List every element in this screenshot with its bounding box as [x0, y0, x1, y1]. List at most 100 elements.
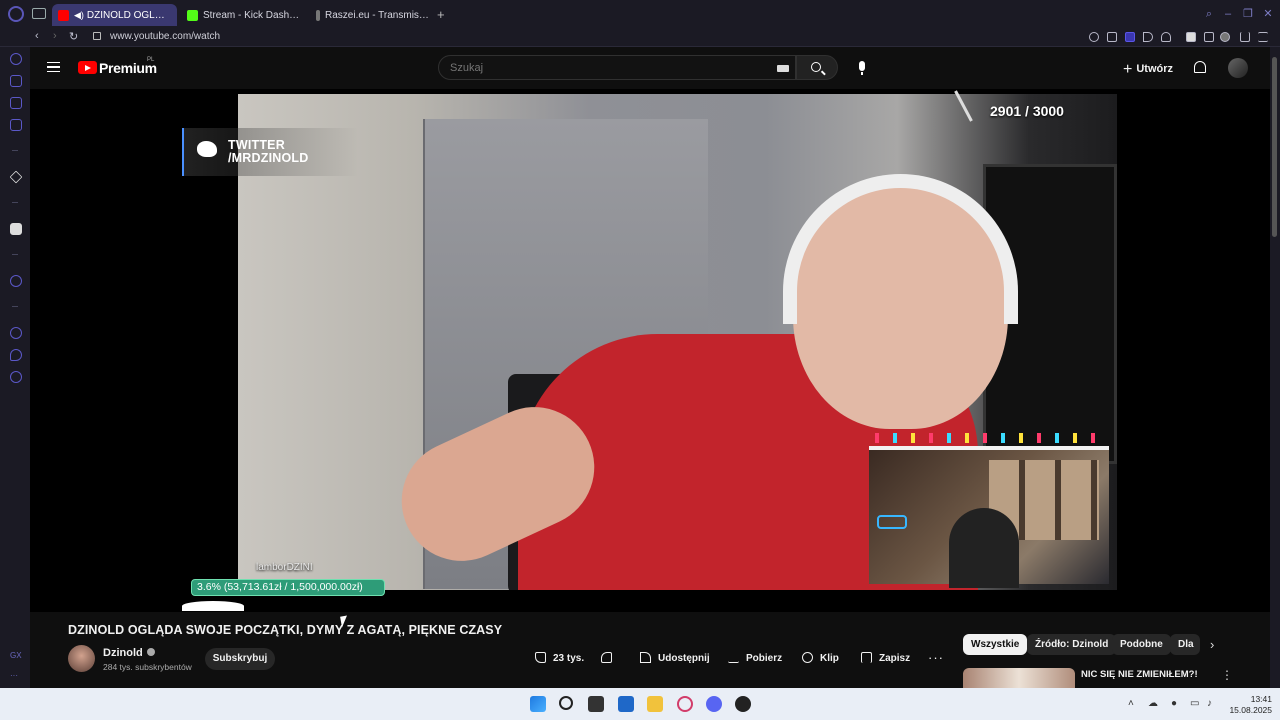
- share-button[interactable]: Udostępnij: [640, 648, 710, 670]
- obs-icon[interactable]: [735, 696, 751, 712]
- notifications-bell-icon[interactable]: [1194, 61, 1206, 73]
- search-input[interactable]: [450, 62, 750, 74]
- tab-islands-icon[interactable]: [32, 8, 46, 19]
- scroll-thumb[interactable]: [1272, 57, 1277, 237]
- chip-related[interactable]: Podobne: [1112, 634, 1171, 655]
- minimize-icon[interactable]: –: [1222, 8, 1234, 20]
- share-icon: [640, 652, 651, 663]
- recommendation-thumbnail[interactable]: [963, 668, 1075, 688]
- chevron-right-icon[interactable]: ›: [1210, 637, 1214, 652]
- tab-raszei[interactable]: Raszei.eu - Transmisje, N: [310, 4, 435, 26]
- heart-icon[interactable]: [1161, 32, 1171, 42]
- keyboard-icon[interactable]: [777, 65, 789, 72]
- opera-logo-icon[interactable]: [8, 6, 24, 22]
- twitter-bird-icon: [197, 141, 217, 157]
- chip-source-dzinold[interactable]: Źródło: Dzinold: [1027, 634, 1117, 655]
- dislike-button[interactable]: [601, 648, 619, 670]
- audio-icon[interactable]: ◀): [74, 10, 84, 21]
- download-icon[interactable]: [1240, 32, 1250, 42]
- forward-icon[interactable]: ›: [53, 30, 57, 42]
- tray-overflow-icon[interactable]: ˄: [1128, 698, 1134, 709]
- chip-all[interactable]: Wszystkie: [963, 634, 1028, 655]
- aria-icon[interactable]: [9, 170, 23, 184]
- onedrive-icon[interactable]: ☁: [1148, 698, 1158, 709]
- thumbs-down-icon: [601, 652, 612, 663]
- tab-label: Stream - Kick Dashboard: [203, 9, 300, 21]
- save-label: Zapisz: [879, 653, 911, 664]
- search-button[interactable]: [796, 55, 838, 80]
- clock-icon[interactable]: [10, 327, 22, 339]
- chip-for-you[interactable]: Dla: [1170, 634, 1200, 655]
- search-tabs-icon[interactable]: ⌕: [1203, 8, 1215, 20]
- facecam-person: [949, 508, 1019, 588]
- mic-tray-icon[interactable]: ●: [1171, 698, 1177, 709]
- player-icon[interactable]: [10, 275, 22, 287]
- discord-icon[interactable]: [10, 223, 22, 235]
- raszei-favicon-icon: [316, 9, 320, 21]
- recommendation-title[interactable]: NIC SIĘ NIE ZMIENIŁEM?!: [1081, 669, 1198, 680]
- create-button[interactable]: + Utwórz: [1123, 61, 1173, 79]
- profile-icon[interactable]: [1220, 32, 1230, 42]
- recommendation-menu-icon[interactable]: ⋮: [1221, 668, 1233, 682]
- download-button[interactable]: Pobierz: [728, 648, 782, 670]
- youtube-header: Premium PL +Utwórz: [30, 47, 1270, 89]
- sidebar-divider: [12, 306, 18, 307]
- taskbar-clock[interactable]: 13:41 15.08.2025: [1228, 694, 1272, 716]
- url-field[interactable]: www.youtube.com/watch: [110, 31, 220, 42]
- task-view-icon[interactable]: [588, 696, 604, 712]
- search-icon[interactable]: [559, 696, 573, 710]
- hamburger-menu-icon[interactable]: [47, 62, 60, 72]
- channel-name-text: Dzinold: [103, 647, 143, 659]
- play-icon[interactable]: [1143, 32, 1153, 42]
- windows-start-icon[interactable]: [530, 696, 546, 712]
- history-icon[interactable]: [10, 53, 22, 65]
- wallet-icon[interactable]: [10, 97, 22, 109]
- bag-icon[interactable]: [10, 75, 22, 87]
- discord-icon[interactable]: [706, 696, 722, 712]
- avatar[interactable]: [1228, 58, 1248, 78]
- tab-youtube[interactable]: ◀) DZINOLD OGLĄDA SW: [52, 4, 177, 26]
- clip-button[interactable]: Klip: [802, 648, 839, 670]
- network-icon[interactable]: ▭: [1190, 698, 1199, 709]
- vpn-shield-icon[interactable]: [1125, 32, 1135, 42]
- subscribe-button[interactable]: Subskrybuj: [205, 648, 275, 670]
- settings-icon[interactable]: [10, 371, 22, 383]
- page-scrollbar[interactable]: [1270, 47, 1280, 688]
- menu-icon[interactable]: [1258, 32, 1268, 42]
- pin-icon[interactable]: [1089, 32, 1099, 42]
- channel-name[interactable]: Dzinold: [103, 647, 155, 659]
- extensions-icon[interactable]: [1204, 32, 1214, 42]
- extension-grid-icon[interactable]: [1186, 32, 1196, 42]
- new-tab-button[interactable]: +: [437, 7, 445, 22]
- file-explorer-icon[interactable]: [647, 696, 663, 712]
- back-icon[interactable]: ‹: [35, 30, 39, 42]
- save-button[interactable]: Zapisz: [861, 648, 910, 670]
- channel-avatar[interactable]: [68, 645, 95, 672]
- clip-label: Klip: [820, 653, 839, 664]
- store-icon[interactable]: [618, 696, 634, 712]
- donation-progress-bar: 3.6% (53,713.61zł / 1,500,000.00zł): [191, 579, 385, 596]
- subscriber-count: 284 tys. subskrybentów: [103, 662, 192, 672]
- search-box[interactable]: [438, 55, 796, 80]
- like-button[interactable]: 23 tys.: [535, 648, 584, 670]
- snow-decoration: [182, 601, 244, 611]
- music-icon[interactable]: [10, 119, 22, 131]
- reload-icon[interactable]: ↻: [69, 30, 78, 43]
- more-actions-button[interactable]: ···: [928, 650, 944, 665]
- volume-icon[interactable]: ♪: [1207, 698, 1212, 709]
- microphone-icon[interactable]: [859, 61, 865, 75]
- snapshot-icon[interactable]: [1107, 32, 1117, 42]
- sidebar-more-icon[interactable]: ···: [10, 671, 18, 680]
- messenger-icon[interactable]: [10, 349, 22, 361]
- kick-favicon-icon: [187, 9, 198, 21]
- opera-gx-icon[interactable]: [677, 696, 693, 712]
- video-player[interactable]: TWITTER /MRDZINOLD 2901 / 3000 lamborDZI…: [30, 89, 1270, 612]
- sidebar-divider: [12, 202, 18, 203]
- address-bar: ‹ › ↻ www.youtube.com/watch: [0, 28, 1280, 47]
- tab-kick-dashboard[interactable]: Stream - Kick Dashboard: [181, 4, 306, 26]
- twitter-handle: TWITTER /MRDZINOLD: [228, 138, 309, 165]
- youtube-logo-icon[interactable]: [78, 61, 97, 74]
- restore-icon[interactable]: ❐: [1242, 8, 1254, 20]
- close-icon[interactable]: ✕: [1262, 8, 1274, 20]
- gx-label[interactable]: GX: [10, 651, 22, 660]
